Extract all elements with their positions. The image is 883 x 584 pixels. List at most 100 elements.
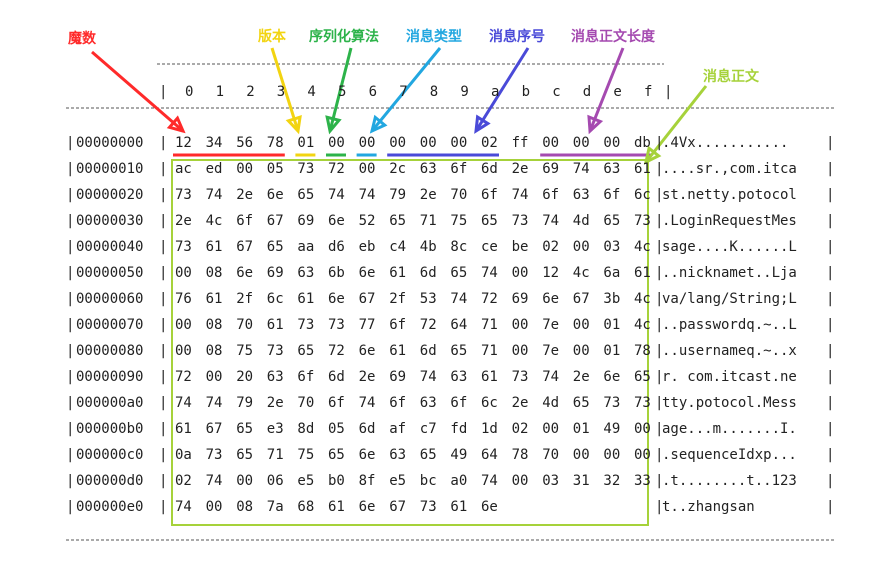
hex-byte: 8d [297, 421, 315, 437]
column-header: f [644, 84, 653, 100]
row-offset: 00000080 [76, 343, 144, 359]
hex-byte: 2e [419, 187, 437, 203]
separator: | [826, 291, 835, 307]
hex-byte: 6c [266, 291, 284, 307]
hex-byte: 6e [603, 369, 621, 385]
hex-byte: 74 [572, 161, 590, 177]
hex-byte: 2f [236, 291, 254, 307]
column-header: 5 [338, 84, 347, 100]
hex-byte: ce [481, 239, 498, 255]
hex-byte: 6f [481, 187, 498, 203]
hex-byte: 65 [450, 265, 468, 281]
hex-byte: d6 [328, 239, 345, 255]
hex-byte: 00 [572, 317, 590, 333]
column-header: 6 [368, 84, 378, 100]
hex-byte: 74 [481, 473, 498, 489]
hex-byte: 69 [542, 161, 560, 177]
separator: | [66, 135, 75, 151]
separator: | [826, 213, 835, 229]
hex-byte: 73 [634, 395, 651, 411]
hex-byte: e5 [389, 473, 407, 489]
hex-byte: 74 [358, 187, 376, 203]
ascii-text: ..passwordq.~..L [662, 317, 797, 333]
row-offset: 00000070 [76, 317, 144, 333]
hex-byte: ac [175, 161, 192, 177]
separator: | [826, 317, 835, 333]
hex-byte: 73 [511, 369, 529, 385]
column-header: 0 [185, 84, 194, 100]
row-offset: 00000040 [76, 239, 144, 255]
hex-byte: 69 [266, 265, 284, 281]
hex-byte: 63 [450, 369, 468, 385]
hex-byte: 6d [419, 265, 437, 281]
separator: | [159, 343, 168, 359]
hex-byte: 8c [450, 239, 468, 255]
hex-byte: af [389, 421, 407, 437]
separator: | [826, 239, 835, 255]
hex-byte: 61 [389, 265, 407, 281]
hex-byte: 6e [358, 447, 376, 463]
hex-byte: 73 [205, 447, 223, 463]
row-offset: 00000030 [76, 213, 144, 229]
column-header: 8 [429, 84, 439, 100]
hex-byte: 00 [358, 135, 376, 151]
row-offset: 000000a0 [76, 395, 144, 411]
hex-byte: 73 [175, 187, 192, 203]
separator: | [159, 473, 168, 489]
hex-byte: 6d [328, 369, 345, 385]
separator: | [159, 265, 168, 281]
hex-byte: 33 [634, 473, 651, 489]
row-offset: 00000090 [76, 369, 144, 385]
hex-byte: 2e [511, 395, 529, 411]
hex-byte: 79 [389, 187, 407, 203]
hex-byte: 3b [603, 291, 621, 307]
hex-byte: 6f [236, 213, 254, 229]
hex-byte: 61 [389, 343, 407, 359]
hex-byte: 65 [328, 447, 345, 463]
hex-byte: 00 [603, 447, 621, 463]
hex-byte: 61 [205, 239, 223, 255]
hex-byte: 63 [603, 161, 621, 177]
hex-byte: 2e [236, 187, 254, 203]
hex-byte: 61 [175, 421, 192, 437]
hex-byte: 1d [481, 421, 498, 437]
hex-byte: a0 [450, 473, 468, 489]
column-header: b [521, 84, 531, 100]
hex-byte: 74 [205, 187, 223, 203]
separator: | [159, 499, 168, 515]
ascii-text: t..zhangsan [662, 499, 755, 515]
hex-byte: 00 [572, 343, 590, 359]
hex-byte: 02 [175, 473, 192, 489]
hex-byte: 4c [634, 317, 651, 333]
hex-byte: 61 [450, 499, 468, 515]
version-label: 版本 [258, 29, 286, 45]
hex-byte: 12 [175, 135, 192, 151]
separator: | [66, 343, 75, 359]
separator: | [159, 84, 168, 100]
column-header: c [552, 84, 561, 100]
hex-byte: b0 [328, 473, 345, 489]
separator: | [159, 187, 168, 203]
row-offset: 00000010 [76, 161, 144, 177]
separator: | [826, 161, 835, 177]
hex-byte: 4c [634, 239, 651, 255]
hex-byte: 06 [266, 473, 284, 489]
separator: | [826, 369, 835, 385]
hex-byte: 6f [603, 187, 621, 203]
hex-byte: 72 [481, 291, 498, 307]
hex-byte: 67 [266, 213, 284, 229]
hex-byte: 73 [603, 395, 621, 411]
hex-byte: eb [358, 239, 376, 255]
separator: | [159, 161, 168, 177]
hex-byte: 00 [511, 317, 529, 333]
column-header: 4 [307, 84, 316, 100]
hex-byte: 00 [236, 473, 254, 489]
hex-byte: 00 [511, 265, 529, 281]
hex-byte: 72 [328, 161, 345, 177]
separator: | [66, 239, 75, 255]
ascii-text: .t........t..123 [662, 473, 797, 489]
hex-byte: 00 [236, 161, 254, 177]
row-offset: 00000050 [76, 265, 144, 281]
separator: | [826, 395, 835, 411]
hex-byte: 6d [481, 161, 498, 177]
